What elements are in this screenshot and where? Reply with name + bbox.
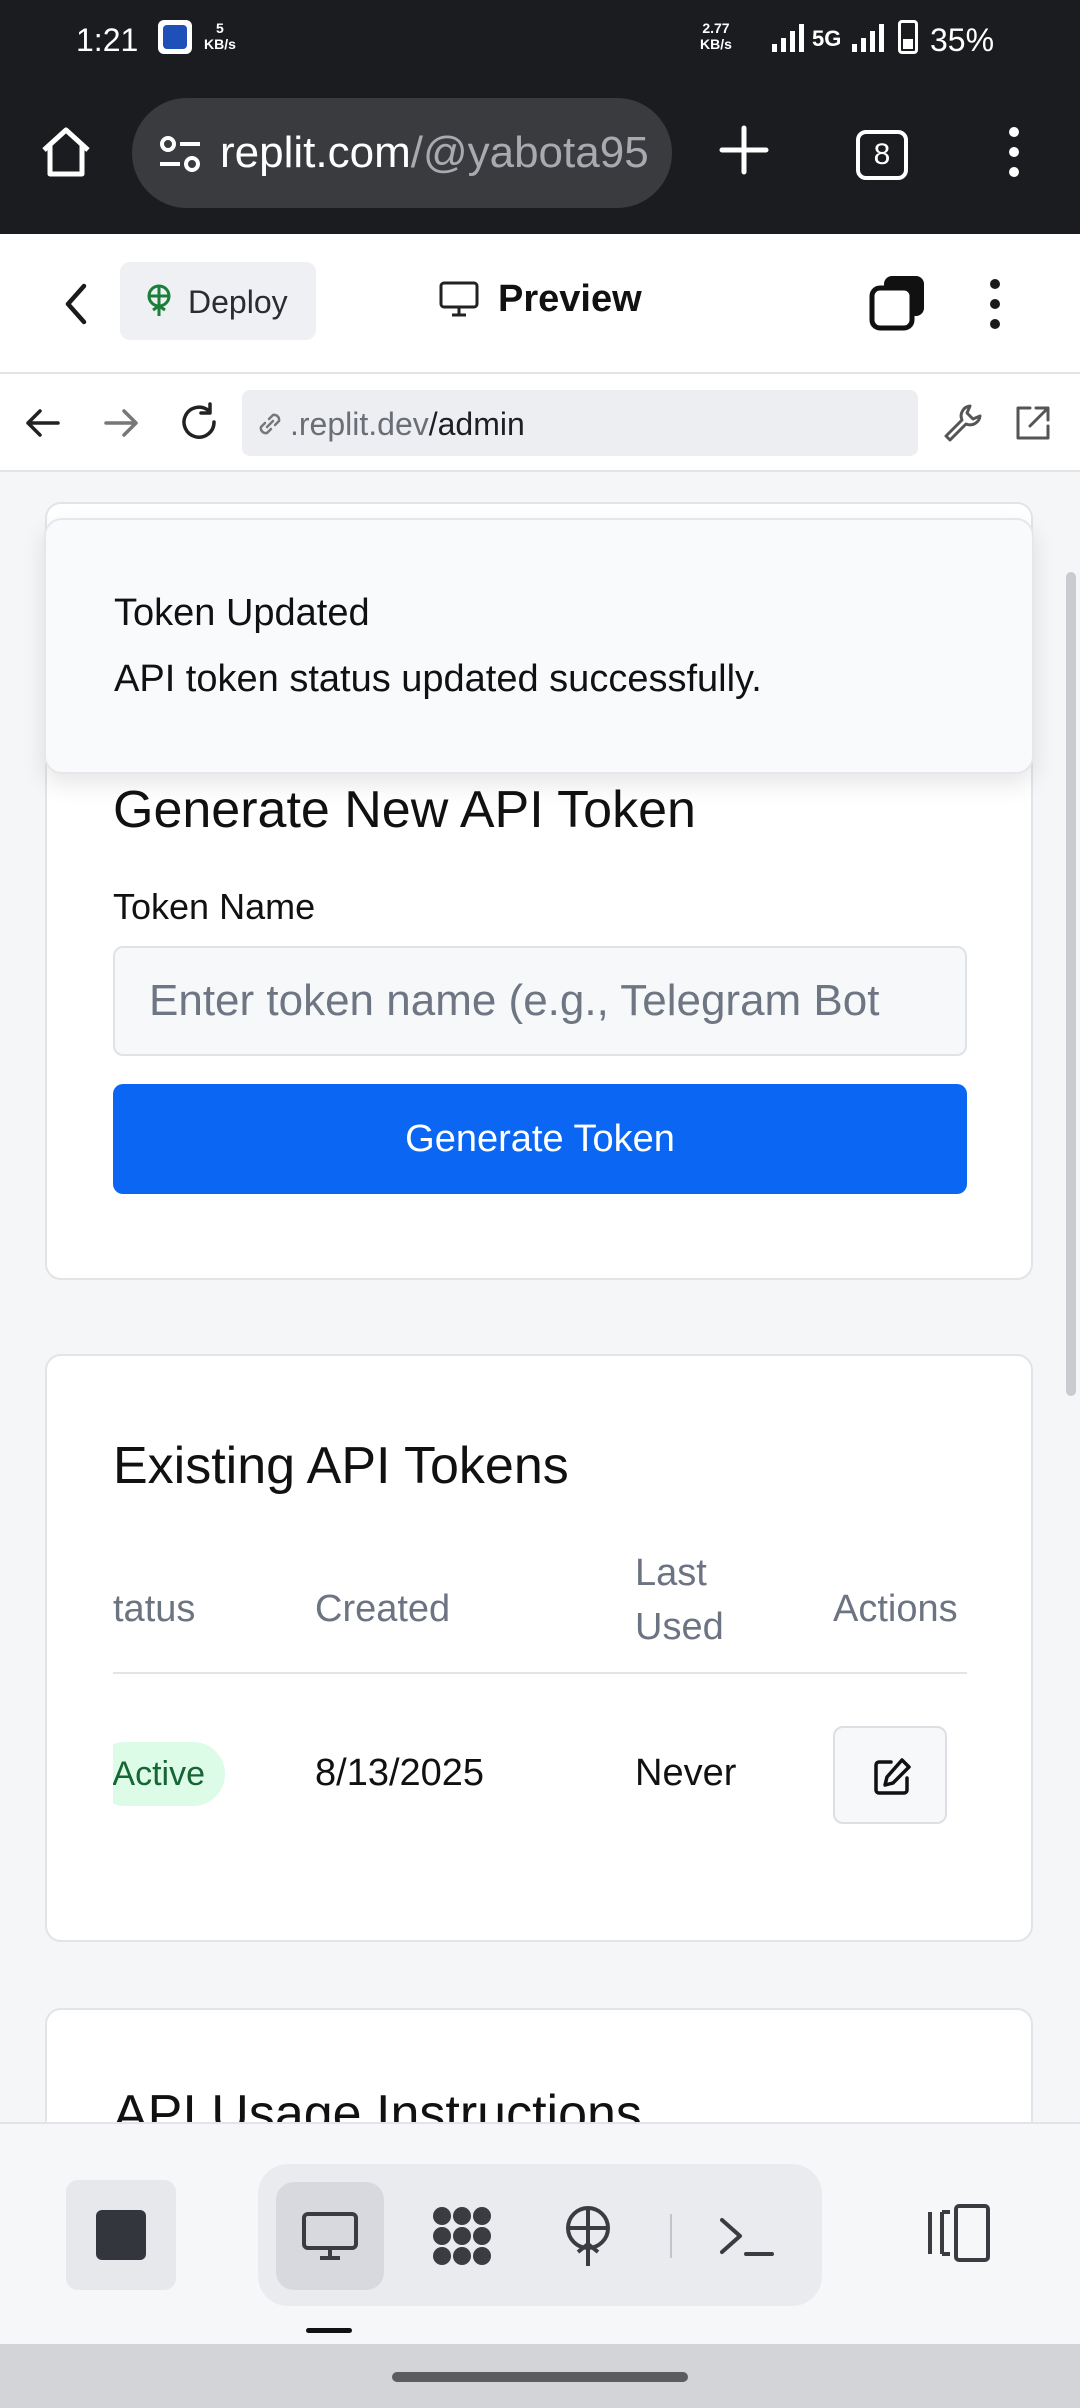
- toast-message: API token status updated successfully.: [114, 658, 762, 700]
- deployments-icon: [566, 2206, 610, 2266]
- tokens-table: tatus Created Last Used Actions Active 8…: [113, 1546, 967, 1846]
- terminal-button[interactable]: [692, 2182, 800, 2290]
- webview-nav: .replit.dev/admin: [0, 374, 1080, 472]
- notification-app-icon: [158, 20, 192, 54]
- status-bar: 1:21 5 KB/s 2.77 KB/s 5G 35%: [0, 0, 1080, 78]
- toast-title: Token Updated: [114, 592, 370, 634]
- chevron-left-icon[interactable]: [56, 276, 96, 332]
- usage-instructions-title: API Usage Instructions: [113, 2085, 642, 2122]
- tool-separator: [670, 2214, 672, 2258]
- deployments-button[interactable]: [534, 2182, 642, 2290]
- tool-switcher: [258, 2164, 822, 2306]
- arrow-right-icon[interactable]: [98, 400, 144, 446]
- terminal-icon: [720, 2218, 774, 2256]
- active-tool-indicator: [306, 2328, 352, 2333]
- battery-percent: 35%: [930, 22, 995, 58]
- status-time: 1:21: [76, 22, 139, 58]
- created-cell: 8/13/2025: [315, 1752, 485, 1794]
- token-name-label: Token Name: [113, 886, 316, 927]
- link-icon: [259, 413, 281, 435]
- tabs-icon[interactable]: 8: [856, 130, 908, 180]
- deploy-icon: [147, 284, 171, 316]
- wrench-icon[interactable]: [940, 400, 986, 446]
- apps-button[interactable]: [408, 2182, 516, 2290]
- external-link-icon[interactable]: [1010, 400, 1056, 446]
- webview-address-bar[interactable]: .replit.dev/admin: [242, 390, 918, 456]
- reload-icon[interactable]: [176, 400, 222, 446]
- status-badge: Active: [113, 1742, 225, 1806]
- browser-url-bar[interactable]: replit.com/@yabota95: [132, 98, 672, 208]
- last-used-cell: Never: [635, 1752, 737, 1794]
- browser-url-text: replit.com/@yabota95: [220, 128, 649, 178]
- net-speed-left-value: 5: [216, 20, 224, 36]
- plus-icon[interactable]: [716, 122, 772, 178]
- network-type: 5G: [812, 26, 842, 51]
- home-gesture-handle[interactable]: [392, 2372, 688, 2382]
- token-name-input[interactable]: [113, 946, 967, 1056]
- generate-token-button[interactable]: Generate Token: [113, 1084, 967, 1194]
- arrow-left-icon[interactable]: [20, 400, 66, 446]
- column-header-created: Created: [315, 1588, 451, 1630]
- replit-bottom-toolbar: [0, 2122, 1080, 2344]
- preview-tool-button[interactable]: [276, 2182, 384, 2290]
- webview-address-text: .replit.dev/admin: [290, 406, 525, 443]
- preview-label: Preview: [498, 278, 642, 320]
- edit-icon: [874, 1758, 911, 1795]
- stop-button[interactable]: [66, 2180, 176, 2290]
- monitor-icon: [439, 281, 479, 317]
- address-path: /admin: [428, 406, 525, 442]
- gesture-nav-bar: [0, 2344, 1080, 2408]
- column-header-status: tatus: [113, 1588, 196, 1630]
- generate-token-title: Generate New API Token: [113, 781, 696, 839]
- replit-header: Deploy Preview: [0, 234, 1080, 374]
- existing-tokens-card: Existing API Tokens tatus Created Last U…: [45, 1354, 1033, 1942]
- toast-notification[interactable]: Token Updated API token status updated s…: [44, 518, 1034, 774]
- signal-icon: [772, 24, 804, 52]
- net-speed-left-unit: KB/s: [204, 36, 236, 52]
- existing-tokens-title: Existing API Tokens: [113, 1437, 569, 1495]
- url-path: /@yabota95: [410, 128, 649, 177]
- column-header-last-used: Last Used: [635, 1552, 724, 1648]
- sidebar-toggle-icon[interactable]: [924, 2198, 994, 2268]
- home-icon[interactable]: [36, 122, 96, 182]
- usage-instructions-card: API Usage Instructions: [45, 2008, 1033, 2122]
- net-speed-left: 5 KB/s: [204, 20, 236, 52]
- kebab-menu-icon[interactable]: [980, 274, 1010, 334]
- battery-icon: [898, 20, 918, 54]
- site-settings-icon[interactable]: [158, 134, 202, 174]
- edit-token-button[interactable]: [833, 1726, 947, 1824]
- column-header-actions: Actions: [833, 1588, 958, 1630]
- net-speed-right: 2.77 KB/s: [700, 20, 732, 52]
- deploy-label: Deploy: [188, 284, 288, 320]
- signal-icon-2: [852, 24, 884, 52]
- overflow-menu-icon[interactable]: [996, 122, 1032, 182]
- page-scrollbar[interactable]: [1066, 572, 1076, 1396]
- preview-tool-icon: [302, 2212, 358, 2260]
- address-domain: .replit.dev: [290, 406, 429, 442]
- stack-icon[interactable]: [868, 272, 928, 332]
- browser-toolbar: replit.com/@yabota95 8: [0, 78, 1080, 234]
- url-host: replit.com: [220, 128, 411, 177]
- net-speed-right-value: 2.77: [702, 20, 730, 36]
- apps-icon: [433, 2207, 491, 2265]
- table-header-divider: [113, 1672, 967, 1674]
- deploy-button[interactable]: Deploy: [120, 262, 316, 340]
- net-speed-right-unit: KB/s: [700, 36, 732, 52]
